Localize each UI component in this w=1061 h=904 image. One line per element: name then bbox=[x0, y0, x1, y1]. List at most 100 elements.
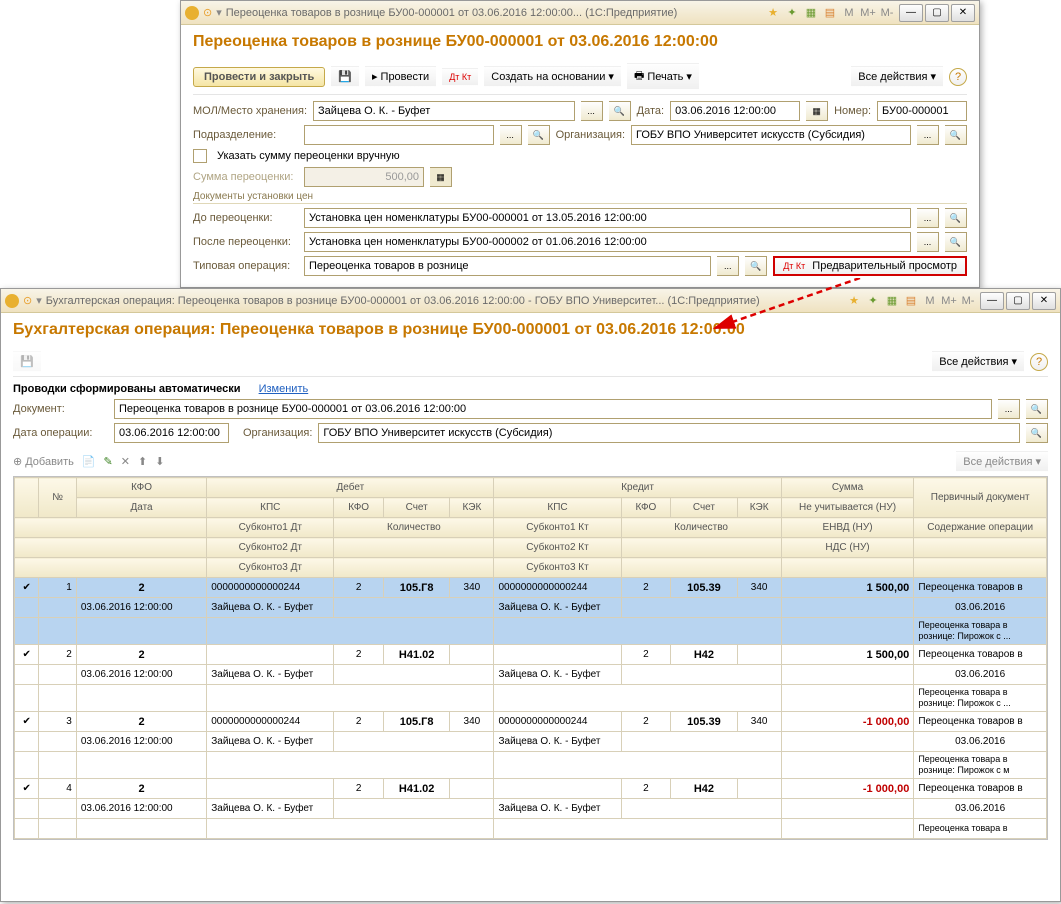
minimize-button[interactable]: — bbox=[980, 292, 1004, 310]
m-icon[interactable]: M bbox=[841, 5, 857, 21]
save-button[interactable]: 💾 bbox=[331, 66, 359, 87]
create-based-button[interactable]: Создать на основании ▾ bbox=[484, 66, 621, 87]
before-input[interactable]: Установка цен номенклатуры БУ00-000001 о… bbox=[304, 208, 911, 228]
all-actions-button[interactable]: Все действия ▾ bbox=[956, 451, 1048, 472]
m-minus-icon[interactable]: M- bbox=[879, 5, 895, 21]
search-button[interactable]: 🔍 bbox=[528, 125, 550, 145]
select-button[interactable]: ... bbox=[917, 232, 939, 252]
col-primdoc: Первичный документ bbox=[914, 478, 1047, 518]
calc-icon[interactable]: ▦ bbox=[803, 5, 819, 21]
all-actions-button[interactable]: Все действия ▾ bbox=[851, 66, 943, 87]
copy-icon[interactable]: 📄 bbox=[82, 455, 96, 468]
col-date: Дата bbox=[76, 498, 206, 518]
post-and-close-button[interactable]: Провести и закрыть bbox=[193, 67, 325, 87]
col-kek2: КЭК bbox=[737, 498, 781, 518]
all-actions-button[interactable]: Все действия ▾ bbox=[932, 351, 1024, 372]
search-button[interactable]: 🔍 bbox=[609, 101, 631, 121]
col-kek: КЭК bbox=[450, 498, 494, 518]
table-row[interactable]: ✔42 2Н41.02 2Н42 -1 000,00Переоценка тов… bbox=[15, 779, 1047, 799]
table-row[interactable]: ✔32 00000000000002442105.Г8340 000000000… bbox=[15, 712, 1047, 732]
dept-input[interactable] bbox=[304, 125, 494, 145]
m-plus-icon[interactable]: M+ bbox=[860, 5, 876, 21]
org-input[interactable]: ГОБУ ВПО Университет искусств (Субсидия) bbox=[318, 423, 1020, 443]
add-button[interactable]: ⊕ Добавить bbox=[13, 455, 74, 468]
change-link[interactable]: Изменить bbox=[259, 383, 309, 395]
dropdown-icon[interactable]: ⊙ bbox=[23, 294, 32, 307]
docs-group-title: Документы установки цен bbox=[193, 191, 967, 204]
table-row[interactable]: ✔22 2Н41.02 2Н42 1 500,00Переоценка това… bbox=[15, 645, 1047, 665]
move-down-icon[interactable]: ⬇ bbox=[155, 455, 164, 468]
dropdown-icon[interactable]: ▾ bbox=[216, 6, 222, 19]
calendar-icon[interactable]: ▤ bbox=[903, 293, 919, 309]
table-row[interactable]: 03.06.2016 12:00:00 Зайцева О. К. - Буфе… bbox=[15, 732, 1047, 752]
select-button[interactable]: ... bbox=[717, 256, 739, 276]
table-row[interactable]: ✔12 00000000000002442105.Г8340 000000000… bbox=[15, 578, 1047, 598]
help-button[interactable]: ? bbox=[949, 68, 967, 86]
help-button[interactable]: ? bbox=[1030, 353, 1048, 371]
org-input[interactable]: ГОБУ ВПО Университет искусств (Субсидия) bbox=[631, 125, 911, 145]
window-title: Переоценка товаров в рознице БУ00-000001… bbox=[226, 7, 761, 19]
titlebar[interactable]: ⊙ ▾ Переоценка товаров в рознице БУ00-00… bbox=[181, 1, 979, 25]
search-button[interactable]: 🔍 bbox=[945, 232, 967, 252]
table-row[interactable]: 03.06.2016 12:00:00 Зайцева О. К. - Буфе… bbox=[15, 598, 1047, 618]
dropdown-icon[interactable]: ▾ bbox=[36, 294, 42, 307]
entries-table[interactable]: № КФО Дебет Кредит Сумма Первичный докум… bbox=[13, 476, 1048, 840]
edit-icon[interactable]: ✎ bbox=[104, 455, 113, 468]
post-button[interactable]: ▸ Провести bbox=[365, 66, 436, 87]
table-row[interactable]: 03.06.2016 12:00:00 Зайцева О. К. - Буфе… bbox=[15, 665, 1047, 685]
table-row[interactable]: Переоценка товара в рознице: Пирожок с .… bbox=[15, 618, 1047, 645]
org-label: Организация: bbox=[556, 129, 625, 141]
number-label: Номер: bbox=[834, 105, 871, 117]
search-button[interactable]: 🔍 bbox=[745, 256, 767, 276]
typop-input[interactable]: Переоценка товаров в рознице bbox=[304, 256, 711, 276]
star-icon[interactable]: ★ bbox=[765, 5, 781, 21]
m-plus-icon[interactable]: M+ bbox=[941, 293, 957, 309]
delete-icon[interactable]: ✕ bbox=[121, 455, 130, 468]
col-kfo3: КФО bbox=[621, 498, 671, 518]
search-button[interactable]: 🔍 bbox=[1026, 423, 1048, 443]
minimize-button[interactable]: — bbox=[899, 4, 923, 22]
after-input[interactable]: Установка цен номенклатуры БУ00-000002 о… bbox=[304, 232, 911, 252]
select-button[interactable]: ... bbox=[500, 125, 522, 145]
opdate-label: Дата операции: bbox=[13, 427, 108, 439]
select-button[interactable]: ... bbox=[998, 399, 1020, 419]
number-input[interactable]: БУ00-000001 bbox=[877, 101, 967, 121]
table-row[interactable]: Переоценка товара в bbox=[15, 819, 1047, 839]
date-input[interactable]: 03.06.2016 12:00:00 bbox=[670, 101, 800, 121]
titlebar[interactable]: ⊙ ▾ Бухгалтерская операция: Переоценка т… bbox=[1, 289, 1060, 313]
maximize-button[interactable]: ▢ bbox=[1006, 292, 1030, 310]
table-row[interactable]: Переоценка товара в рознице: Пирожок с .… bbox=[15, 685, 1047, 712]
search-button[interactable]: 🔍 bbox=[1026, 399, 1048, 419]
table-row[interactable]: 03.06.2016 12:00:00 Зайцева О. К. - Буфе… bbox=[15, 799, 1047, 819]
m-icon[interactable]: M bbox=[922, 293, 938, 309]
bookmark-icon[interactable]: ✦ bbox=[784, 5, 800, 21]
maximize-button[interactable]: ▢ bbox=[925, 4, 949, 22]
calc-button[interactable]: ▦ bbox=[430, 167, 452, 187]
sum-input: 500,00 bbox=[304, 167, 424, 187]
after-label: После переоценки: bbox=[193, 236, 298, 248]
search-button[interactable]: 🔍 bbox=[945, 208, 967, 228]
opdate-input[interactable]: 03.06.2016 12:00:00 bbox=[114, 423, 229, 443]
close-button[interactable]: ✕ bbox=[1032, 292, 1056, 310]
select-button[interactable]: ... bbox=[917, 125, 939, 145]
move-up-icon[interactable]: ⬆ bbox=[138, 455, 147, 468]
search-button[interactable]: 🔍 bbox=[945, 125, 967, 145]
doc-input[interactable]: Переоценка товаров в рознице БУ00-000001… bbox=[114, 399, 992, 419]
preview-button[interactable]: Дт КтПредварительный просмотр bbox=[773, 256, 967, 276]
col-notcount: Не учитывается (НУ) bbox=[781, 498, 914, 518]
page-title: Бухгалтерская операция: Переоценка товар… bbox=[13, 321, 1048, 339]
dtkt-button[interactable]: Дт Кт bbox=[442, 68, 478, 86]
manual-sum-checkbox[interactable] bbox=[193, 149, 207, 163]
close-button[interactable]: ✕ bbox=[951, 4, 975, 22]
print-button[interactable]: 🖶 Печать ▾ bbox=[627, 63, 699, 90]
calendar-icon[interactable]: ▤ bbox=[822, 5, 838, 21]
app-icon bbox=[185, 6, 199, 20]
calc-icon[interactable]: ▦ bbox=[884, 293, 900, 309]
select-button[interactable]: ... bbox=[917, 208, 939, 228]
table-row[interactable]: Переоценка товара в рознице: Пирожок с м bbox=[15, 752, 1047, 779]
mol-input[interactable]: Зайцева О. К. - Буфет bbox=[313, 101, 575, 121]
m-minus-icon[interactable]: M- bbox=[960, 293, 976, 309]
dropdown-icon[interactable]: ⊙ bbox=[203, 6, 212, 19]
select-button[interactable]: ... bbox=[581, 101, 603, 121]
calendar-button[interactable]: ▦ bbox=[806, 101, 828, 121]
